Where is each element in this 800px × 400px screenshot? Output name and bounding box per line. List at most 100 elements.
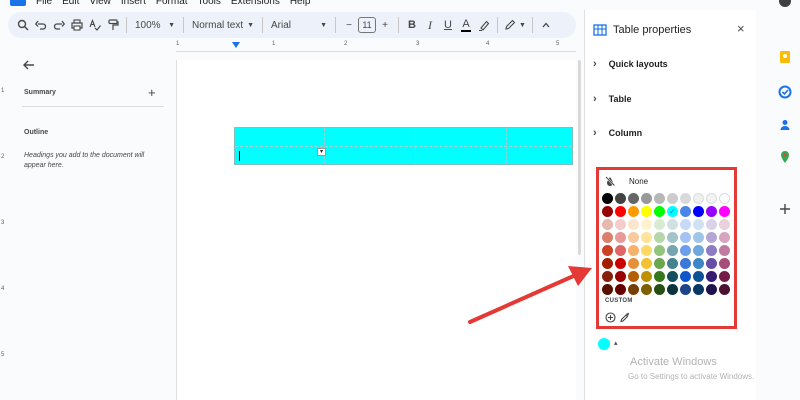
no-color-option[interactable]: None xyxy=(605,176,648,186)
color-swatch[interactable] xyxy=(641,193,652,204)
color-swatch[interactable] xyxy=(654,219,665,230)
add-addon-icon[interactable] xyxy=(778,202,792,216)
italic-button[interactable]: I xyxy=(421,15,439,35)
color-swatch[interactable] xyxy=(667,271,678,282)
color-swatch[interactable] xyxy=(680,245,691,256)
color-swatch[interactable] xyxy=(706,219,717,230)
underline-button[interactable]: U xyxy=(439,15,457,35)
color-swatch[interactable] xyxy=(641,245,652,256)
color-swatch[interactable] xyxy=(680,258,691,269)
color-swatch[interactable] xyxy=(602,271,613,282)
zoom-select[interactable]: 100% ▼ xyxy=(131,15,179,35)
color-swatch[interactable] xyxy=(602,245,613,256)
color-swatch[interactable] xyxy=(680,271,691,282)
add-custom-color-icon[interactable] xyxy=(605,312,616,323)
color-swatch[interactable] xyxy=(706,284,717,295)
menu-insert[interactable]: Insert xyxy=(121,0,146,7)
section-quick-layouts[interactable]: › Quick layouts xyxy=(593,56,668,72)
section-column[interactable]: › Column xyxy=(593,125,642,141)
chevron-up-icon[interactable]: ▴ xyxy=(614,339,618,347)
contacts-icon[interactable] xyxy=(778,118,792,132)
color-swatch[interactable] xyxy=(641,219,652,230)
color-swatch[interactable] xyxy=(719,232,730,243)
color-swatch[interactable] xyxy=(615,193,626,204)
keep-icon[interactable] xyxy=(778,50,792,64)
paragraph-style-select[interactable]: Normal text ▼ xyxy=(188,15,258,35)
color-swatch[interactable] xyxy=(654,258,665,269)
font-select[interactable]: Arial ▼ xyxy=(267,15,331,35)
font-size-input[interactable]: 11 xyxy=(358,17,376,33)
color-swatch[interactable] xyxy=(654,193,665,204)
color-swatch[interactable] xyxy=(693,245,704,256)
color-swatch[interactable] xyxy=(641,258,652,269)
color-swatch[interactable] xyxy=(628,219,639,230)
menu-format[interactable]: Format xyxy=(156,0,188,7)
document-scrollbar[interactable] xyxy=(578,60,581,255)
color-swatch[interactable] xyxy=(641,271,652,282)
color-swatch[interactable] xyxy=(654,206,665,217)
color-swatch[interactable] xyxy=(615,284,626,295)
color-swatch[interactable] xyxy=(693,219,704,230)
color-swatch[interactable] xyxy=(628,193,639,204)
color-swatch[interactable] xyxy=(602,219,613,230)
cell-menu-button[interactable]: ▾ xyxy=(317,148,326,156)
color-swatch[interactable] xyxy=(628,271,639,282)
color-swatch[interactable] xyxy=(628,206,639,217)
document-page[interactable]: ▾ xyxy=(176,60,576,400)
color-swatch[interactable] xyxy=(706,245,717,256)
vertical-ruler[interactable]: 1 2 3 4 5 xyxy=(0,60,8,400)
color-swatch[interactable]: ✓ xyxy=(667,206,678,217)
paint-format-icon[interactable] xyxy=(104,15,122,35)
account-avatar-icon[interactable] xyxy=(778,0,792,8)
highlight-color-icon[interactable] xyxy=(475,15,493,35)
spellcheck-icon[interactable] xyxy=(86,15,104,35)
color-swatch[interactable] xyxy=(667,284,678,295)
color-swatch[interactable] xyxy=(719,245,730,256)
back-arrow-icon[interactable] xyxy=(22,58,36,72)
horizontal-ruler[interactable]: 1 1 2 3 4 5 xyxy=(176,40,576,52)
color-swatch[interactable] xyxy=(706,271,717,282)
add-summary-button[interactable]: + xyxy=(148,85,156,100)
color-swatch[interactable] xyxy=(719,206,730,217)
document-table[interactable]: ▾ xyxy=(234,127,573,165)
docs-logo-icon[interactable] xyxy=(10,0,26,6)
menu-extensions[interactable]: Extensions xyxy=(231,0,280,7)
color-swatch[interactable] xyxy=(602,284,613,295)
color-swatch[interactable] xyxy=(654,245,665,256)
color-swatch[interactable] xyxy=(602,258,613,269)
color-swatch[interactable] xyxy=(706,258,717,269)
color-swatch[interactable] xyxy=(615,271,626,282)
editing-mode-button[interactable]: ▼ xyxy=(502,15,528,35)
color-swatch[interactable] xyxy=(628,232,639,243)
color-swatch[interactable] xyxy=(628,245,639,256)
color-swatch[interactable] xyxy=(615,232,626,243)
current-color-swatch[interactable] xyxy=(598,338,610,350)
collapse-menus-icon[interactable] xyxy=(537,15,555,35)
color-swatch[interactable] xyxy=(654,271,665,282)
color-swatch[interactable] xyxy=(641,232,652,243)
color-swatch[interactable] xyxy=(667,193,678,204)
undo-icon[interactable] xyxy=(32,15,50,35)
color-swatch[interactable] xyxy=(602,206,613,217)
color-swatch[interactable] xyxy=(615,206,626,217)
color-swatch[interactable] xyxy=(628,258,639,269)
color-swatch[interactable] xyxy=(667,232,678,243)
color-swatch[interactable] xyxy=(706,193,717,204)
print-icon[interactable] xyxy=(68,15,86,35)
color-swatch[interactable] xyxy=(680,219,691,230)
color-swatch[interactable] xyxy=(654,232,665,243)
redo-icon[interactable] xyxy=(50,15,68,35)
menu-file[interactable]: File xyxy=(36,0,52,7)
maps-icon[interactable] xyxy=(778,150,792,164)
bold-button[interactable]: B xyxy=(403,15,421,35)
color-swatch[interactable] xyxy=(693,193,704,204)
search-menus-icon[interactable] xyxy=(14,15,32,35)
menu-help[interactable]: Help xyxy=(290,0,311,7)
eyedropper-icon[interactable] xyxy=(619,312,630,323)
color-swatch[interactable] xyxy=(641,206,652,217)
color-swatch[interactable] xyxy=(628,284,639,295)
menu-edit[interactable]: Edit xyxy=(62,0,79,7)
color-swatch[interactable] xyxy=(693,206,704,217)
color-swatch[interactable] xyxy=(680,193,691,204)
color-swatch[interactable] xyxy=(615,258,626,269)
